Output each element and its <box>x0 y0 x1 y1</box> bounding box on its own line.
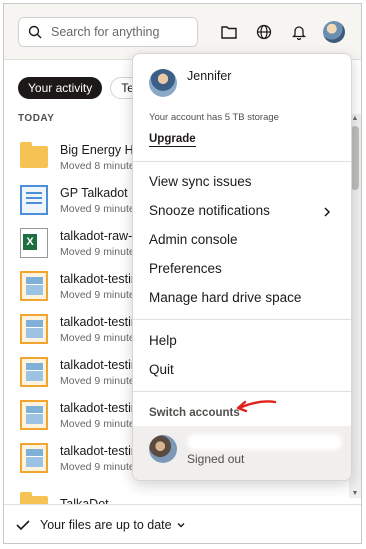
file-name: talkadot-raw-c <box>60 229 139 243</box>
tab-your-activity[interactable]: Your activity <box>18 77 103 99</box>
globe-icon[interactable] <box>255 23 273 41</box>
file-name: talkadot-testin <box>60 358 138 372</box>
file-name: talkadot-testin <box>60 444 138 458</box>
menu-item-manage-hard-drive-space[interactable]: Manage hard drive space <box>149 290 301 305</box>
user-name: Jennifer <box>187 69 232 83</box>
folder-icon[interactable] <box>220 23 238 41</box>
chevron-right-icon <box>323 206 333 218</box>
file-meta: Moved 9 minutes <box>60 246 140 258</box>
activity-tabs: Your activity Te <box>18 77 145 99</box>
redacted-account-name <box>187 434 342 450</box>
menu-item-quit[interactable]: Quit <box>149 362 174 377</box>
menu-item-view-sync-issues[interactable]: View sync issues <box>149 174 252 189</box>
header <box>4 4 361 60</box>
file-meta: Moved 8 minutes <box>60 160 140 172</box>
file-meta: Moved 9 minutes <box>60 418 140 430</box>
spreadsheet-icon <box>20 228 48 258</box>
file-name: talkadot-testin <box>60 272 138 286</box>
presentation-icon <box>20 443 48 473</box>
chevron-down-icon <box>176 521 186 529</box>
menu-item-help[interactable]: Help <box>149 333 177 348</box>
file-name: talkadot-testin <box>60 401 138 415</box>
scroll-up-arrow-icon[interactable]: ▲ <box>351 115 359 122</box>
divider <box>133 319 351 320</box>
file-meta: Moved 9 minutes <box>60 289 140 301</box>
menu-item-preferences[interactable]: Preferences <box>149 261 222 276</box>
checkmark-icon <box>16 517 32 533</box>
file-meta: Moved 9 minutes <box>60 375 140 387</box>
document-icon <box>20 185 48 215</box>
switch-accounts-label: Switch accounts <box>149 407 240 419</box>
file-name: Big Energy Ha <box>60 143 141 157</box>
app-window: Your activity Te TODAY Big Energy Ha Mov… <box>3 3 362 544</box>
storage-info: Your account has 5 TB storage <box>149 112 279 123</box>
file-name: talkadot-testin <box>60 315 138 329</box>
upgrade-link[interactable]: Upgrade <box>149 133 196 147</box>
file-meta: Moved 9 minutes <box>60 203 140 215</box>
section-label-today: TODAY <box>18 113 55 124</box>
file-meta: Moved 9 minutes <box>60 461 140 473</box>
bell-icon[interactable] <box>290 23 308 41</box>
scrollbar-thumb[interactable] <box>351 126 359 190</box>
divider <box>133 161 351 162</box>
presentation-icon <box>20 314 48 344</box>
search-icon <box>27 24 43 40</box>
search-box[interactable] <box>18 17 198 47</box>
divider <box>133 391 351 392</box>
menu-item-snooze-notifications[interactable]: Snooze notifications <box>149 203 270 218</box>
avatar <box>149 69 177 97</box>
folder-icon <box>20 142 48 168</box>
other-account-row[interactable]: Signed out <box>133 426 351 480</box>
presentation-icon <box>20 271 48 301</box>
sync-status-bar[interactable]: Your files are up to date <box>4 504 361 543</box>
account-status: Signed out <box>187 452 245 466</box>
sync-status-text: Your files are up to date <box>40 517 172 532</box>
presentation-icon <box>20 357 48 387</box>
account-menu: Jennifer Your account has 5 TB storage U… <box>132 53 352 481</box>
annotation-arrow-icon <box>236 400 277 413</box>
file-meta: Moved 9 minutes <box>60 332 140 344</box>
search-input[interactable] <box>51 25 191 39</box>
avatar <box>149 435 177 463</box>
scroll-down-arrow-icon[interactable]: ▼ <box>351 490 359 497</box>
menu-item-admin-console[interactable]: Admin console <box>149 232 238 247</box>
presentation-icon <box>20 400 48 430</box>
account-avatar-button[interactable] <box>323 21 345 43</box>
